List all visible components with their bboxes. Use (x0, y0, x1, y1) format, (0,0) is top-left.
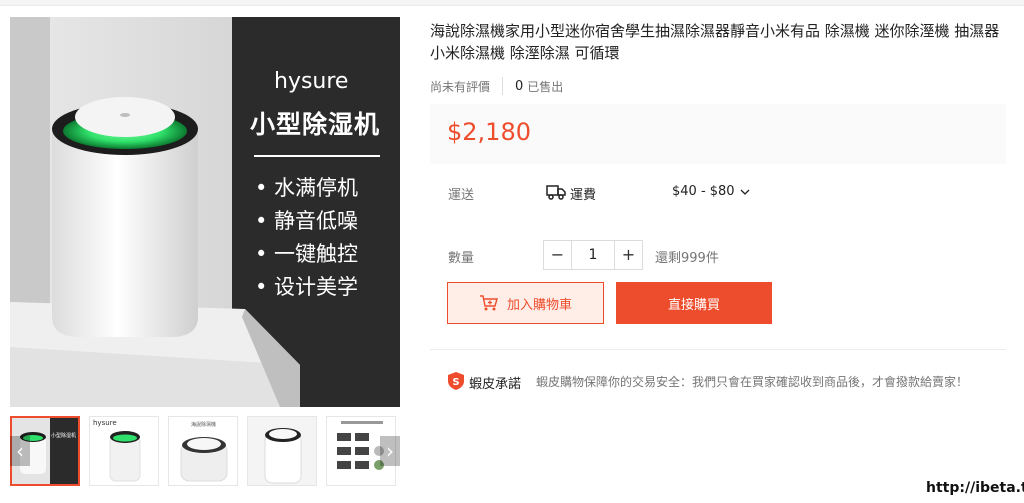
add-to-cart-button[interactable]: 加入購物車 (447, 282, 604, 324)
buy-now-label: 直接購買 (667, 297, 720, 313)
main-product-image[interactable]: hysure 小型除湿机 • 水满停机 • 静音低噪 • 一键触控 • 设计美学 (10, 17, 400, 407)
truck-icon (546, 185, 566, 200)
add-to-cart-label: 加入購物車 (506, 297, 572, 313)
thumbnail-4[interactable] (247, 416, 317, 486)
chevron-down-icon (740, 189, 750, 195)
thumbnail-3-caption: 海說除濕機 (191, 422, 217, 428)
watermark: http://ibeta.tw (926, 480, 1024, 496)
main-image-feature: • 设计美学 (255, 275, 359, 299)
main-image-feature: • 静音低噪 (255, 209, 359, 233)
thumbnail-strip: 小型除湿机 hysure 海說除濕機 ‹ › (10, 416, 400, 486)
cart-plus-icon (479, 295, 498, 311)
shield-s-icon: S (448, 372, 464, 390)
thumbnail-2[interactable]: hysure (89, 416, 159, 486)
meta-divider (502, 77, 504, 95)
guarantee-title: 蝦皮承諾 (469, 377, 522, 392)
thumbnail-prev-arrow[interactable]: ‹ (10, 436, 30, 466)
thumbnail-2-brand: hysure (93, 419, 117, 427)
main-image-headline: 小型除湿机 (250, 110, 381, 139)
thumbnail-1-headline: 小型除湿机 (51, 433, 77, 439)
shipping-fee-label: 運費 (570, 188, 597, 203)
price-section: $2,180 (430, 104, 1006, 164)
section-divider (430, 349, 1006, 350)
sold-label: 已售出 (527, 79, 564, 94)
rating-text: 尚未有評價 (430, 79, 491, 94)
main-image-brand: hysure (274, 69, 349, 94)
guarantee-text: 蝦皮購物保障你的交易安全：我們只會在買家確認收到商品後，才會撥款給賣家！ (536, 375, 969, 389)
quantity-decrease-button[interactable]: − (544, 241, 572, 269)
thumbnail-next-arrow[interactable]: › (380, 436, 400, 466)
sold-count: 0 (515, 78, 524, 94)
product-price: $2,180 (447, 118, 531, 146)
shipping-fee-value: $40 - $80 (672, 184, 735, 199)
thumbnail-3[interactable]: 海說除濕機 (168, 416, 238, 486)
quantity-label: 數量 (448, 251, 475, 266)
quantity-increase-button[interactable]: + (614, 241, 642, 269)
shipping-label: 運送 (448, 188, 475, 203)
svg-text:S: S (452, 377, 459, 388)
main-image-feature: • 一键触控 (255, 242, 359, 266)
buy-now-button[interactable]: 直接購買 (616, 282, 772, 324)
quantity-stepper: − 1 + (543, 240, 643, 270)
product-meta: 尚未有評價 0 已售出 (430, 76, 563, 96)
quantity-input[interactable]: 1 (572, 241, 614, 269)
shipping-fee-dropdown[interactable]: $40 - $80 (672, 184, 751, 199)
product-title: 海說除濕機家用小型迷你宿舍學生抽濕除濕器靜音小米有品 除濕機 迷你除溼機 抽濕器… (430, 22, 1000, 62)
top-nav-edge (0, 0, 1024, 6)
main-image-feature: • 水满停机 (255, 176, 359, 200)
main-image-rule (254, 155, 380, 157)
stock-remaining: 還剩999件 (655, 251, 719, 266)
